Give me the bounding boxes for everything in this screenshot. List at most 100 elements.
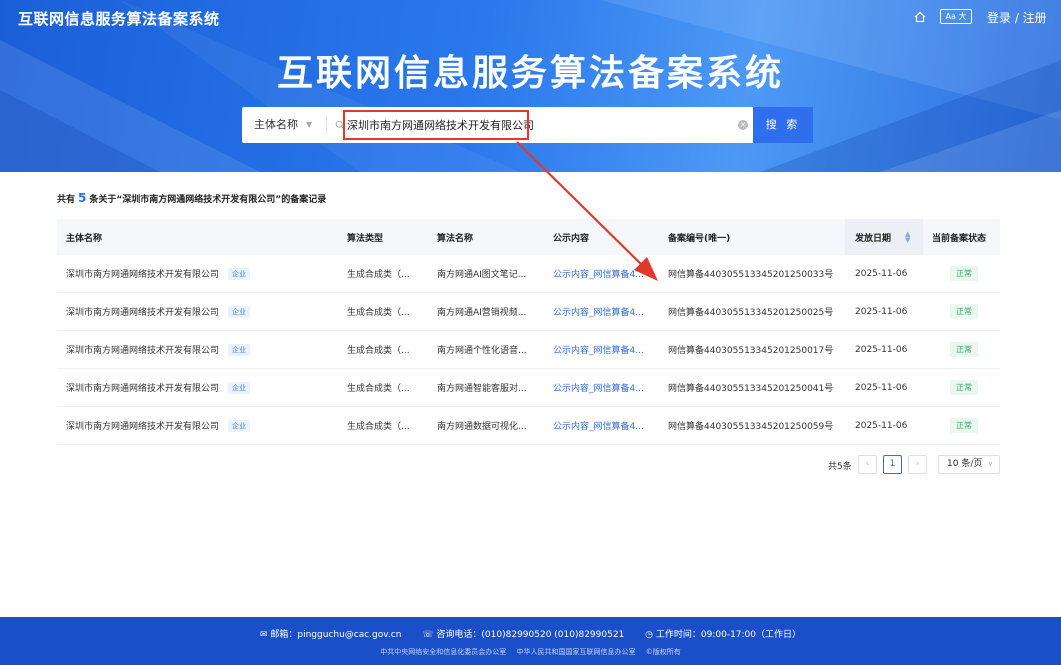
algo-type: 生成合成类（... [347,422,410,432]
font-size-toggle[interactable]: Aa 大 [940,9,972,24]
status-badge: 正常 [950,304,978,319]
pagination-total: 共5条 [828,462,852,472]
footer-orgs: 中共中央网络安全和信息化委员会办公室 中华人民共和国国家互联网信息办公室 ©版权… [0,647,1061,657]
record-number: 网信算备440305513345201250017号 [668,346,834,356]
algo-name: 南方网通智能客服对... [437,384,527,394]
public-content-link[interactable]: 公示内容_网信算备4... [553,369,663,406]
hero-title: 互联网信息服务算法备案系统 [276,53,784,94]
site-name[interactable]: 互联网信息服务算法备案系统 [18,8,220,29]
column-header: 算法名称 [437,233,474,244]
summary-suffix: 条关于“深圳市南方网通网络技术开发有限公司”的备案记录 [89,195,327,205]
footer-hours: ◷ 工作时间：09:00-17:00（工作日） [645,630,802,640]
sort-icon[interactable]: ▲ ▼ [905,231,910,244]
status-badge: 正常 [950,380,978,395]
entity-name: 深圳市南方网通网络技术开发有限公司 [66,270,220,280]
column-header: 公示内容 [553,233,590,244]
table-row: 深圳市南方网通网络技术开发有限公司 企业 生成合成类（... 南方网通数据可视化.… [57,407,1000,445]
entity-name: 深圳市南方网通网络技术开发有限公司 [66,422,220,432]
algo-type: 生成合成类（... [347,308,410,318]
status-badge: 正常 [950,342,978,357]
entity-cell: 深圳市南方网通网络技术开发有限公司 企业 [66,255,336,292]
status-cell: 正常 [932,407,1002,444]
algo-name: 南方网通AI营销视频... [437,308,527,318]
column-header: 算法类型 [347,233,384,244]
entity-cell: 深圳市南方网通网络技术开发有限公司 企业 [66,407,336,444]
page-size-select[interactable]: 10 条/页 ∨ [938,455,1000,474]
algo-name: 南方网通个性化语音... [437,346,527,356]
entity-cell: 深圳市南方网通网络技术开发有限公司 企业 [66,293,336,330]
record-number: 网信算备440305513345201250033号 [668,270,834,280]
public-content-link[interactable]: 公示内容_网信算备4... [553,407,663,444]
issue-date: 2025-11-06 [855,344,908,355]
search-type-select[interactable]: 主体名称 ▼ [242,107,326,143]
footer: ✉ 邮箱：pingguchu@cac.gov.cn ☏ 咨询电话：(010)82… [0,617,1061,665]
next-page-button[interactable]: › [908,455,927,474]
footer-phone: ☏ 咨询电话：(010)82990520 (010)82990521 [422,630,625,640]
algo-name: 南方网通数据可视化... [437,422,527,432]
entity-tag: 企业 [228,305,251,318]
home-icon[interactable] [913,10,927,24]
hero-header: 互联网信息服务算法备案系统 Aa 大 登录 / 注册 互联网信息服务算法备案系统… [0,0,1061,172]
status-cell: 正常 [932,255,1002,292]
algo-name: 南方网通AI图文笔记... [437,270,527,280]
column-header-date[interactable]: 发放日期 ▲ ▼ [855,219,925,255]
clear-icon[interactable]: ✕ [738,120,748,130]
entity-tag: 企业 [228,267,251,280]
record-number: 网信算备440305513345201250041号 [668,384,834,394]
footer-contact: ✉ 邮箱：pingguchu@cac.gov.cn ☏ 咨询电话：(010)82… [0,627,1061,640]
entity-tag: 企业 [228,343,251,356]
issue-date: 2025-11-06 [855,306,908,317]
column-header: 备案编号(唯一) [668,233,731,244]
table-row: 深圳市南方网通网络技术开发有限公司 企业 生成合成类（... 南方网通AI图文笔记… [57,255,1000,293]
entity-name: 深圳市南方网通网络技术开发有限公司 [66,308,220,318]
status-badge: 正常 [950,266,978,281]
public-content-link[interactable]: 公示内容_网信算备4... [553,331,663,368]
table-row: 深圳市南方网通网络技术开发有限公司 企业 生成合成类（... 南方网通AI营销视频… [57,293,1000,331]
entity-tag: 企业 [228,419,251,432]
issue-date: 2025-11-06 [855,268,908,279]
issue-date: 2025-11-06 [855,382,908,393]
summary-prefix: 共有 [57,195,76,205]
result-count: 5 [78,191,87,205]
table-header: 主体名称 算法类型 算法名称 公示内容 备案编号(唯一) 发放日期 ▲ ▼ 当前备… [57,219,1000,255]
status-cell: 正常 [932,331,1002,368]
footer-copyright: ©版权所有 [645,648,681,656]
results-table: 主体名称 算法类型 算法名称 公示内容 备案编号(唯一) 发放日期 ▲ ▼ 当前备… [57,219,1000,445]
table-row: 深圳市南方网通网络技术开发有限公司 企业 生成合成类（... 南方网通智能客服对.… [57,369,1000,407]
chevron-down-icon: ∨ [987,460,993,468]
status-cell: 正常 [932,369,1002,406]
status-cell: 正常 [932,293,1002,330]
divider [326,116,327,134]
search-button[interactable]: 搜 索 [753,107,813,143]
entity-name: 深圳市南方网通网络技术开发有限公司 [66,384,220,394]
entity-name: 深圳市南方网通网络技术开发有限公司 [66,346,220,356]
entity-tag: 企业 [228,381,251,394]
login-register-link[interactable]: 登录 / 注册 [987,9,1047,26]
algo-type: 生成合成类（... [347,270,410,280]
record-number: 网信算备440305513345201250025号 [668,308,834,318]
record-number: 网信算备440305513345201250059号 [668,422,834,432]
footer-org: 中华人民共和国国家互联网信息办公室 [516,648,636,656]
result-summary: 共有 5 条关于“深圳市南方网通网络技术开发有限公司”的备案记录 [57,191,326,205]
column-header-label: 发放日期 [855,233,892,244]
page-number-button[interactable]: 1 [883,455,902,474]
top-bar: 互联网信息服务算法备案系统 Aa 大 登录 / 注册 [0,0,1061,34]
page-size-label: 10 条/页 [947,459,983,469]
footer-email: ✉ 邮箱：pingguchu@cac.gov.cn [259,630,402,640]
issue-date: 2025-11-06 [855,420,908,431]
algo-type: 生成合成类（... [347,384,410,394]
prev-page-button[interactable]: ‹ [858,455,877,474]
entity-cell: 深圳市南方网通网络技术开发有限公司 企业 [66,369,336,406]
footer-org: 中共中央网络安全和信息化委员会办公室 [380,648,507,656]
algo-type: 生成合成类（... [347,346,410,356]
entity-cell: 深圳市南方网通网络技术开发有限公司 企业 [66,331,336,368]
column-header: 主体名称 [66,233,103,244]
search-type-label: 主体名称 [254,118,298,131]
table-row: 深圳市南方网通网络技术开发有限公司 企业 生成合成类（... 南方网通个性化语音.… [57,331,1000,369]
public-content-link[interactable]: 公示内容_网信算备4... [553,255,663,292]
chevron-down-icon: ▼ [306,120,313,129]
public-content-link[interactable]: 公示内容_网信算备4... [553,293,663,330]
annotation-highlight-box [343,110,529,140]
column-header: 当前备案状态 [932,233,987,244]
status-badge: 正常 [950,418,978,433]
